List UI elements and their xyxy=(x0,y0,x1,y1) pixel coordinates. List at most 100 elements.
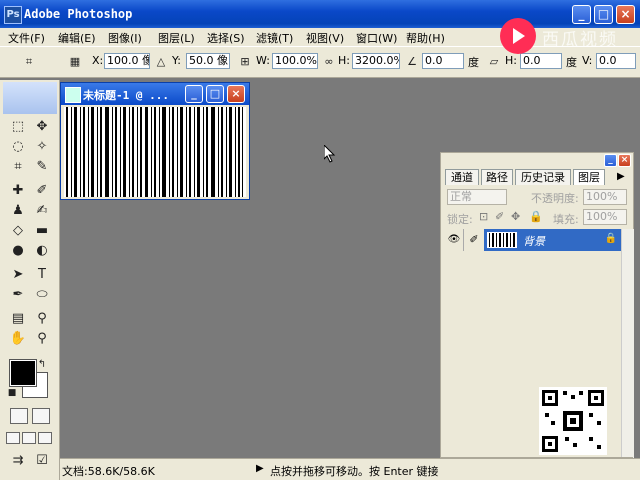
crop-tool-icon[interactable]: ⌗ xyxy=(8,158,28,176)
lasso-tool-icon[interactable]: ◌ xyxy=(8,138,28,156)
opacity-label: 不透明度: xyxy=(531,192,579,205)
tab-paths[interactable]: 路径 xyxy=(481,169,513,185)
standard-mode-button[interactable] xyxy=(10,408,28,424)
eyedropper-icon[interactable]: ⚲ xyxy=(32,310,52,328)
check-icon[interactable]: ☑ xyxy=(32,452,52,470)
palette-close-button[interactable]: × xyxy=(618,154,631,167)
menu-select[interactable]: 选择(S) xyxy=(207,30,245,46)
lock-paint-icon[interactable]: ✐ xyxy=(495,210,504,223)
menu-view[interactable]: 视图(V) xyxy=(306,30,344,46)
w-label: W: xyxy=(256,54,270,67)
notes-tool-icon[interactable]: ▤ xyxy=(8,310,28,328)
menu-edit[interactable]: 编辑(E) xyxy=(58,30,96,46)
doc-minimize-button[interactable]: _ xyxy=(185,85,203,103)
type-tool-icon[interactable]: T xyxy=(32,266,52,284)
quick-mask-button[interactable] xyxy=(32,408,50,424)
screen-mode-standard[interactable] xyxy=(6,432,20,444)
palette-scrollbar[interactable] xyxy=(621,229,634,459)
reference-point-icon[interactable]: ▦ xyxy=(68,55,82,69)
palette-menu-icon[interactable]: ▶ xyxy=(617,171,625,182)
minimize-icon: _ xyxy=(608,155,613,165)
pen-tool-icon[interactable]: ✒ xyxy=(8,286,28,304)
lock-transparency-icon[interactable]: ⊡ xyxy=(479,210,488,223)
document-title-bar[interactable]: 未标题-1 @ ... _ □ × xyxy=(61,83,249,105)
menu-window[interactable]: 窗口(W) xyxy=(356,30,397,46)
zoom-tool-icon[interactable]: ⚲ xyxy=(32,330,52,348)
document-window[interactable]: 未标题-1 @ ... _ □ × xyxy=(60,82,250,200)
marquee-tool-icon[interactable]: ⬚ xyxy=(8,118,28,136)
lock-icon: 🔒 xyxy=(604,233,617,244)
foreground-color-swatch[interactable] xyxy=(9,359,37,387)
angle-field[interactable]: 0.0 xyxy=(422,53,464,69)
menu-filter[interactable]: 滤镜(T) xyxy=(256,30,293,46)
lock-label: 锁定: xyxy=(447,213,473,226)
y-field[interactable]: 50.0 像 xyxy=(186,53,230,69)
document-size: 文档:58.6K/58.6K xyxy=(62,465,155,478)
document-canvas[interactable] xyxy=(64,107,246,197)
menu-file[interactable]: 文件(F) xyxy=(8,30,45,46)
skew-h-field[interactable]: 0.0 xyxy=(520,53,562,69)
dodge-tool-icon[interactable]: ◐ xyxy=(32,242,52,260)
magic-wand-icon[interactable]: ✧ xyxy=(32,138,52,156)
lock-all-icon[interactable]: 🔒 xyxy=(529,210,543,223)
qr-code xyxy=(539,387,607,455)
layers-palette: _ × 通道 路径 历史记录 图层 ▶ 正常 不透明度: 100% 锁定: ⊡ … xyxy=(440,152,634,474)
document-title: 未标题-1 @ ... xyxy=(83,89,169,102)
watermark-text: 西瓜视频 xyxy=(542,30,618,50)
status-menu-icon[interactable]: ▶ xyxy=(256,463,264,474)
healing-brush-icon[interactable]: ✚ xyxy=(8,182,28,200)
slice-tool-icon[interactable]: ✎ xyxy=(32,158,52,176)
h-field[interactable]: 3200.0% xyxy=(352,53,400,69)
move-tool-icon[interactable]: ✥ xyxy=(32,118,52,136)
layer-row-background[interactable]: 👁 ✐ 背景 🔒 xyxy=(445,229,621,251)
photoshop-icon: Ps xyxy=(4,6,22,24)
screen-mode-full[interactable] xyxy=(38,432,52,444)
hand-tool-icon[interactable]: ✋ xyxy=(8,330,28,348)
skew-unit: 度 xyxy=(566,56,577,69)
gradient-tool-icon[interactable]: ▬ xyxy=(32,222,52,240)
status-message: 点按并拖移可移动。按 Enter 键接受 xyxy=(270,465,438,478)
document-icon xyxy=(65,87,81,103)
blend-mode-select[interactable]: 正常 xyxy=(447,189,507,205)
watermark: 西瓜视频 xyxy=(498,18,640,54)
tab-history[interactable]: 历史记录 xyxy=(515,169,571,185)
palette-minimize-button[interactable]: _ xyxy=(604,154,617,167)
rotate-icon: ∠ xyxy=(407,55,417,68)
doc-maximize-button[interactable]: □ xyxy=(206,85,224,103)
x-field[interactable]: 100.0 像 xyxy=(104,53,150,69)
default-colors-icon[interactable]: ■ xyxy=(6,384,18,402)
brush-tool-icon[interactable]: ✐ xyxy=(32,182,52,200)
screen-mode-menubar[interactable] xyxy=(22,432,36,444)
menu-help[interactable]: 帮助(H) xyxy=(406,30,445,46)
tab-channels[interactable]: 通道 xyxy=(445,169,479,185)
layer-name[interactable]: 背景 xyxy=(523,233,545,249)
path-select-icon[interactable]: ➤ xyxy=(8,266,28,284)
w-field[interactable]: 100.0% xyxy=(272,53,318,69)
barcode-stripes xyxy=(66,107,243,197)
maximize-icon: □ xyxy=(209,87,221,100)
app-title: Adobe Photoshop xyxy=(24,7,133,21)
eye-icon[interactable]: 👁 xyxy=(445,229,464,251)
close-icon: × xyxy=(620,155,629,165)
layer-thumbnail xyxy=(487,232,517,248)
x-label: X: xyxy=(92,54,104,67)
shape-tool-icon[interactable]: ⬭ xyxy=(32,286,52,304)
transform-tool-icon[interactable]: ⌗ xyxy=(22,55,36,69)
opacity-field[interactable]: 100% xyxy=(583,189,627,205)
blur-tool-icon[interactable]: ● xyxy=(8,242,28,260)
eraser-tool-icon[interactable]: ◇ xyxy=(8,222,28,240)
link-icon[interactable]: ∞ xyxy=(322,55,336,69)
tab-layers[interactable]: 图层 xyxy=(573,169,605,185)
imageready-jump-icon[interactable]: ⇉ xyxy=(8,452,28,470)
fill-field[interactable]: 100% xyxy=(583,209,627,225)
menu-layer[interactable]: 图层(L) xyxy=(158,30,195,46)
history-brush-icon[interactable]: ✍ xyxy=(32,202,52,220)
minimize-icon: _ xyxy=(191,87,197,100)
menu-image[interactable]: 图像(I) xyxy=(108,30,142,46)
swap-colors-icon[interactable]: ↰ xyxy=(36,356,48,374)
lock-move-icon[interactable]: ✥ xyxy=(511,210,520,223)
doc-close-button[interactable]: × xyxy=(227,85,245,103)
palette-title-bar[interactable]: _ × xyxy=(441,153,633,169)
skew-v-field[interactable]: 0.0 xyxy=(596,53,636,69)
clone-stamp-icon[interactable]: ♟ xyxy=(8,202,28,220)
